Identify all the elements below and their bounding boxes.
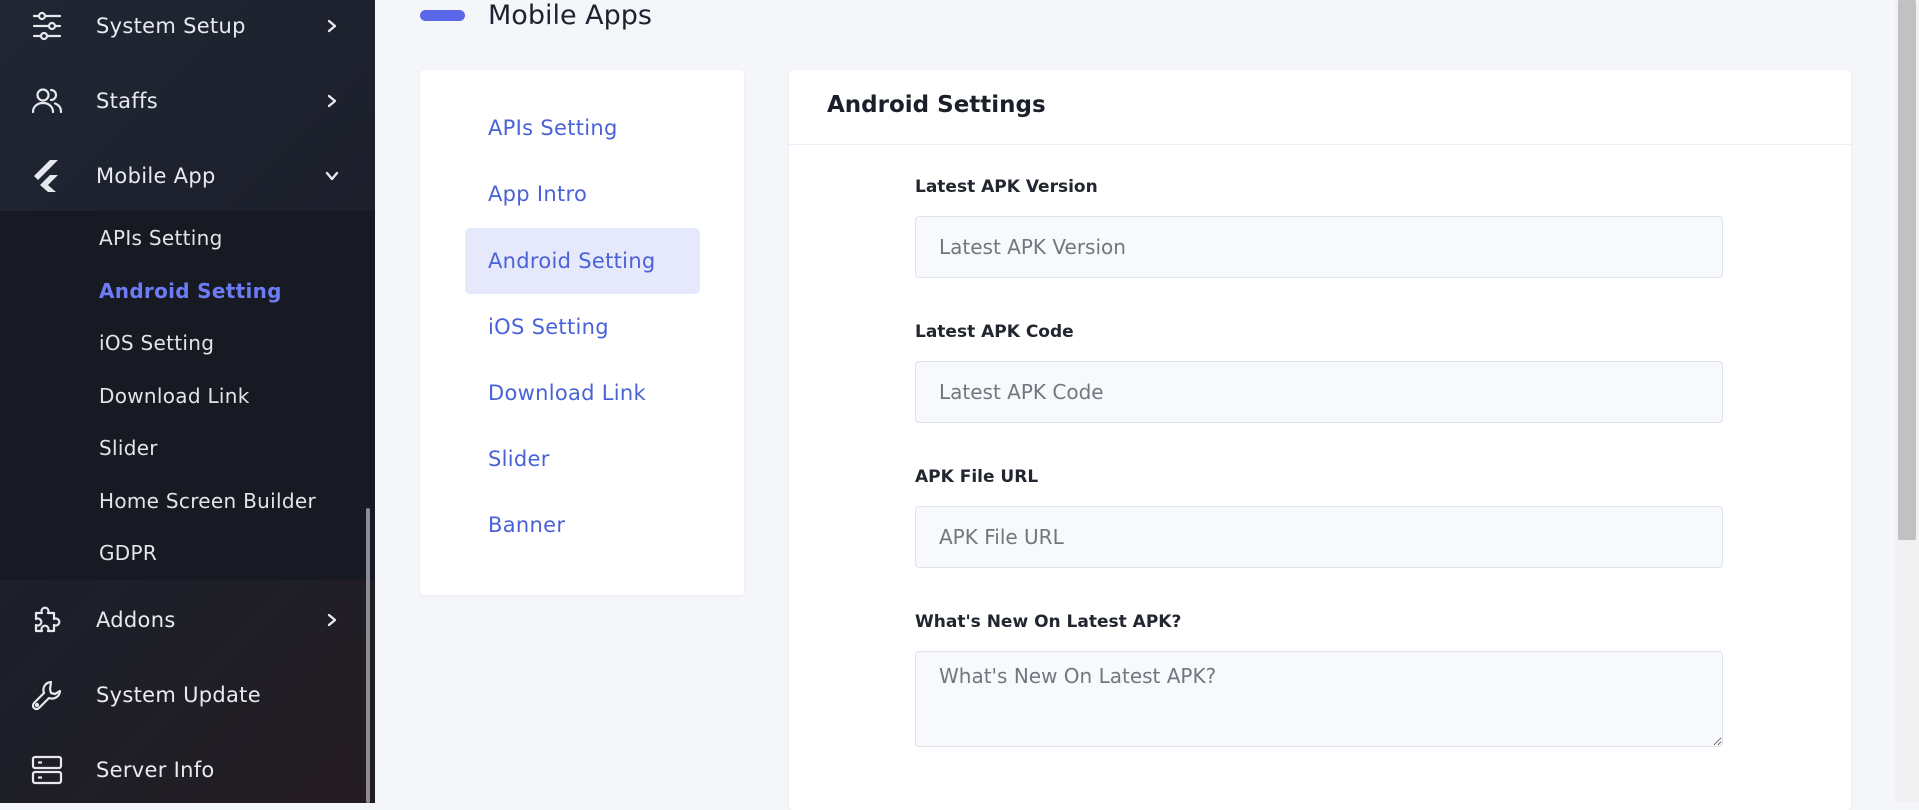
settings-tabs: APIs Setting App Intro Android Setting i… [420,70,744,595]
sidebar-item-label: System Update [96,683,261,707]
page-title: Mobile Apps [488,0,652,31]
latest-apk-code-input[interactable] [915,361,1723,423]
sidebar: System Setup Staffs Mobile App APIs Sett… [0,0,375,803]
latest-apk-version-label: Latest APK Version [915,177,1098,197]
submenu-item-home-screen-builder[interactable]: Home Screen Builder [99,489,316,513]
sidebar-item-server-info[interactable]: Server Info [0,740,375,800]
tab-label: Banner [488,513,566,537]
latest-apk-version-input[interactable] [915,216,1723,278]
server-icon [30,753,64,787]
whats-new-label: What's New On Latest APK? [915,612,1182,632]
tab-slider[interactable]: Slider [465,426,700,492]
sidebar-item-system-setup[interactable]: System Setup [0,0,375,56]
sidebar-item-system-update[interactable]: System Update [0,665,375,725]
sidebar-item-label: Addons [96,608,176,632]
chevron-down-icon [322,166,342,186]
page-title-accent [420,10,465,21]
tab-apis-setting[interactable]: APIs Setting [465,95,700,161]
card-title: Android Settings [827,92,1046,118]
tab-banner[interactable]: Banner [465,492,700,558]
tab-download-link[interactable]: Download Link [465,360,700,426]
tab-label: iOS Setting [488,315,609,339]
sidebar-item-staffs[interactable]: Staffs [0,71,375,131]
tab-ios-setting[interactable]: iOS Setting [465,294,700,360]
latest-apk-code-label: Latest APK Code [915,322,1074,342]
flutter-icon [30,159,64,193]
chevron-right-icon [322,610,342,630]
puzzle-icon [30,603,64,637]
page-scrollbar-thumb[interactable] [1898,0,1916,540]
tab-app-intro[interactable]: App Intro [465,161,700,227]
submenu-item-android-setting[interactable]: Android Setting [99,279,282,303]
submenu-item-download-link[interactable]: Download Link [99,384,250,408]
tab-android-setting[interactable]: Android Setting [465,228,700,294]
mobile-app-submenu: APIs Setting Android Setting iOS Setting… [0,211,375,580]
submenu-item-apis-setting[interactable]: APIs Setting [99,226,223,250]
sidebar-item-addons[interactable]: Addons [0,590,375,650]
tab-label: App Intro [488,182,588,206]
sidebar-item-label: Server Info [96,758,215,782]
tab-label: Slider [488,447,550,471]
tab-label: Download Link [488,381,646,405]
chevron-right-icon [322,91,342,111]
card-header: Android Settings [789,70,1851,145]
apk-file-url-input[interactable] [915,506,1723,568]
sidebar-item-label: Mobile App [96,164,216,188]
submenu-item-slider[interactable]: Slider [99,436,158,460]
sidebar-item-mobile-app[interactable]: Mobile App [0,146,375,206]
android-settings-card: Android Settings Latest APK Version Late… [789,70,1851,810]
apk-file-url-label: APK File URL [915,467,1039,487]
tab-label: Android Setting [488,249,656,273]
chevron-right-icon [322,16,342,36]
sidebar-scrollbar[interactable] [366,508,370,803]
sidebar-item-label: Staffs [96,89,158,113]
submenu-item-ios-setting[interactable]: iOS Setting [99,331,214,355]
sidebar-item-label: System Setup [96,14,246,38]
users-icon [30,84,64,118]
whats-new-textarea[interactable] [915,651,1723,747]
submenu-item-gdpr[interactable]: GDPR [99,541,157,565]
tab-label: APIs Setting [488,116,618,140]
wrench-icon [30,678,64,712]
sliders-icon [30,9,64,43]
